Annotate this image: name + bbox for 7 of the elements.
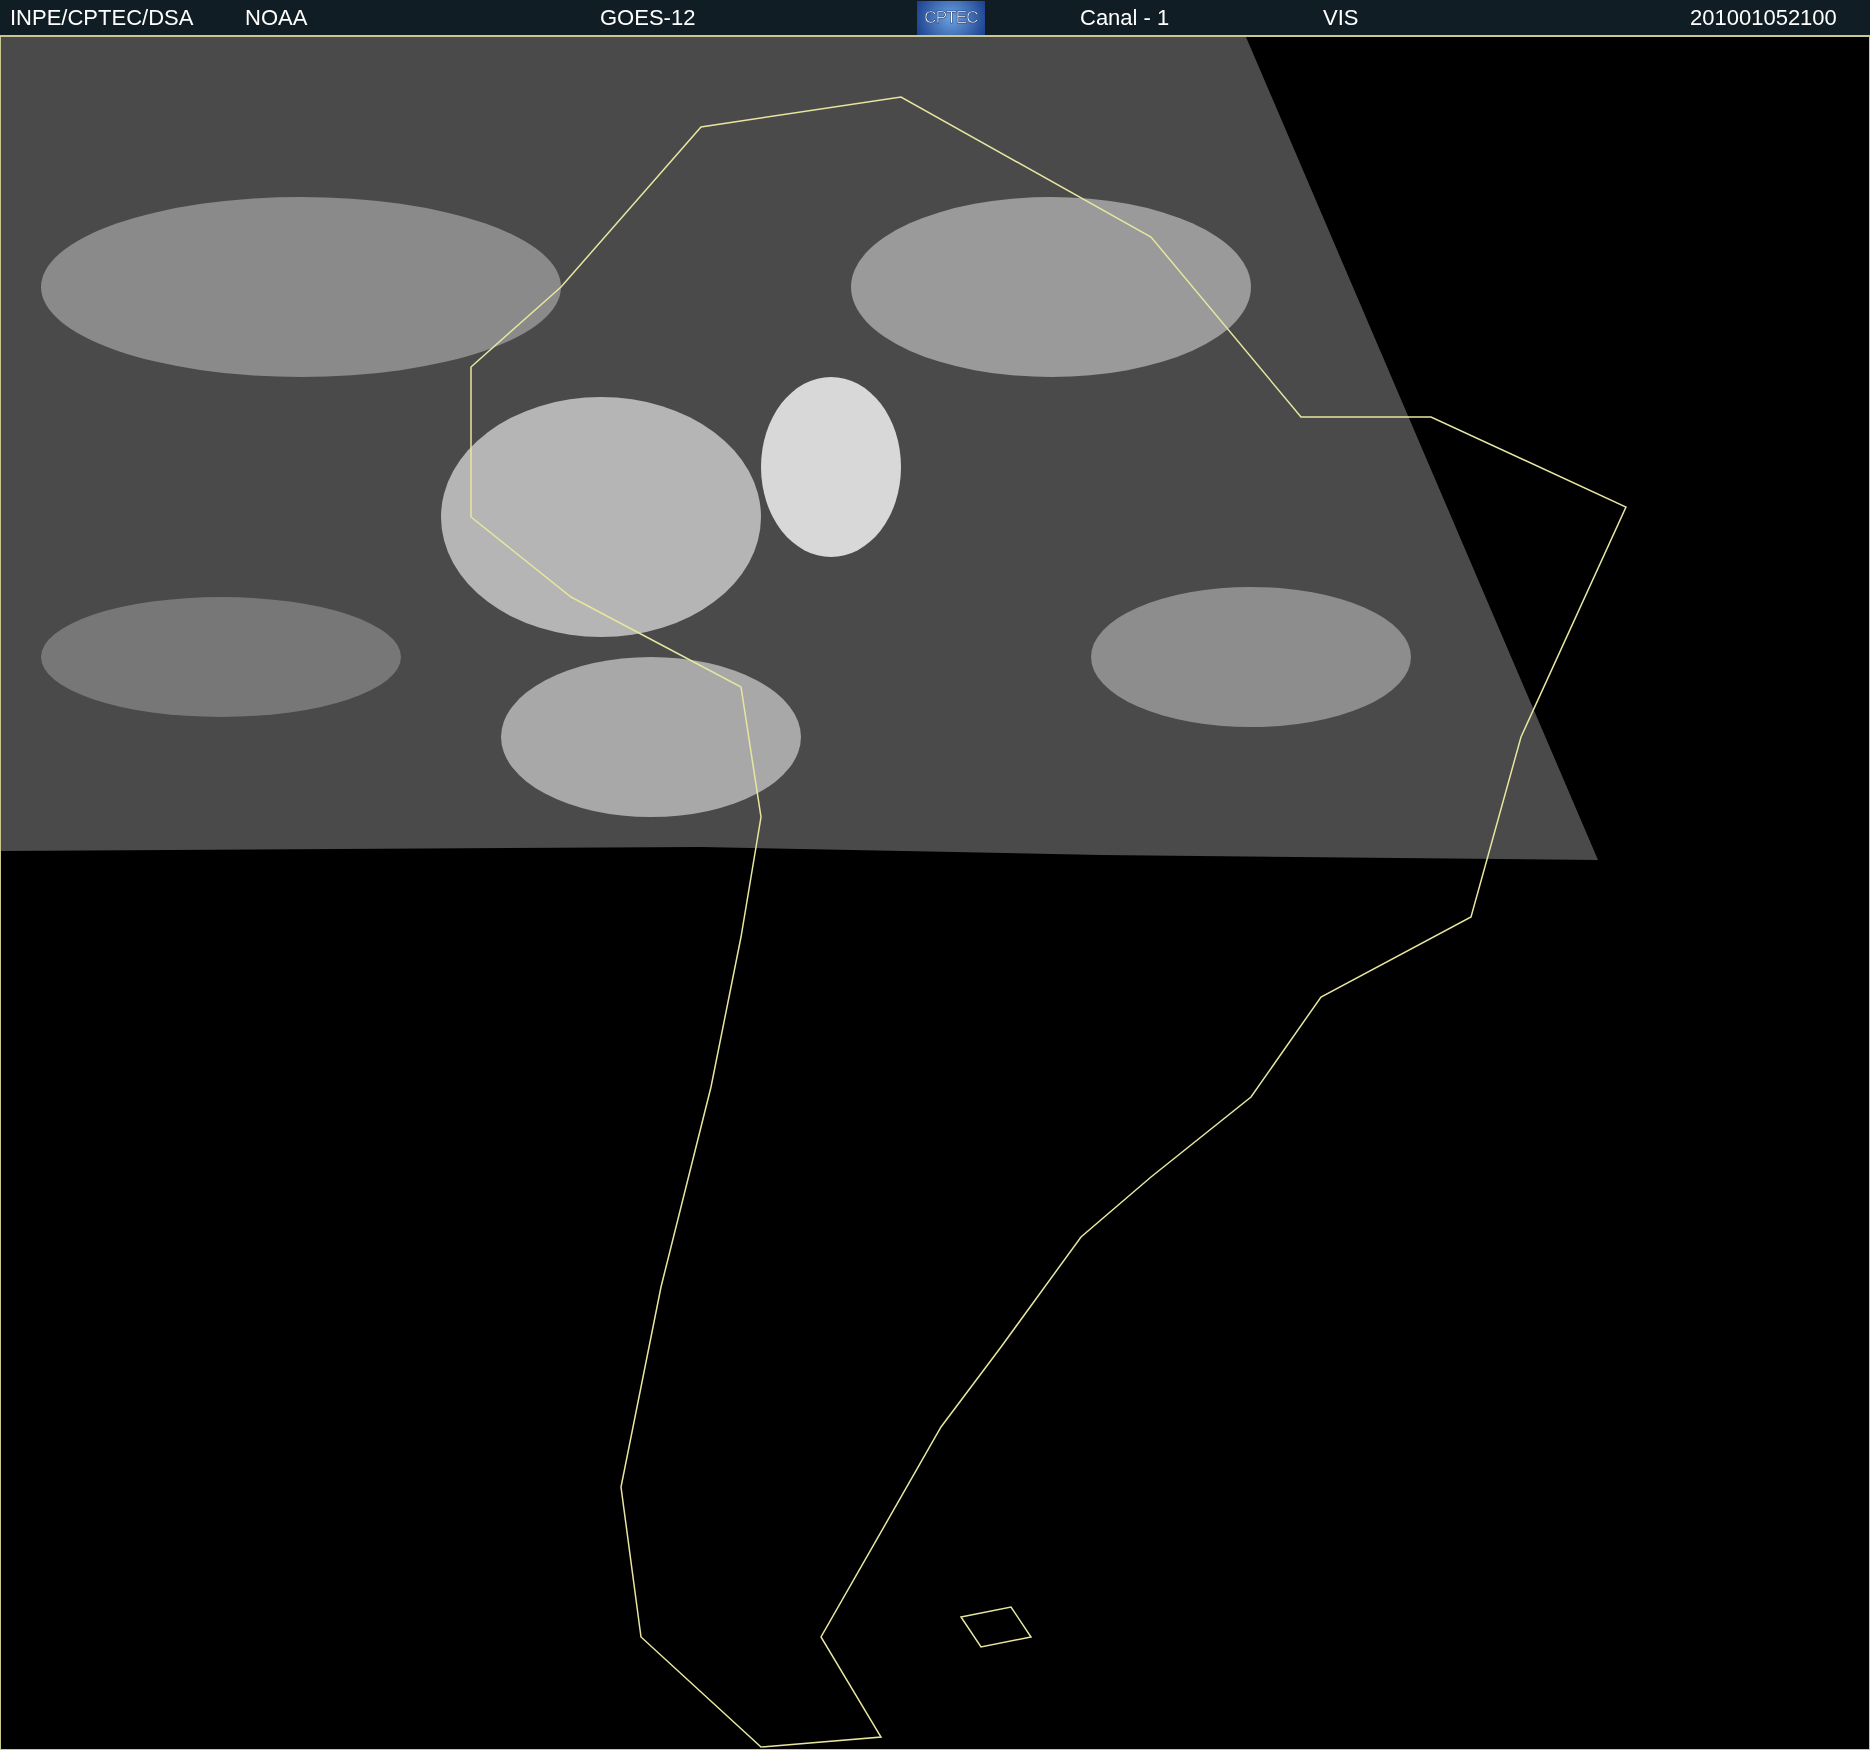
source-label: INPE/CPTEC/DSA [10,5,194,30]
satellite-label: GOES-12 [600,5,696,30]
logo: CPTEC [917,0,985,35]
timestamp-label: 201001052100 [1690,5,1837,30]
agency-label: NOAA [245,5,308,30]
band-label: VIS [1323,5,1359,30]
channel-label: Canal - 1 [1080,5,1170,30]
